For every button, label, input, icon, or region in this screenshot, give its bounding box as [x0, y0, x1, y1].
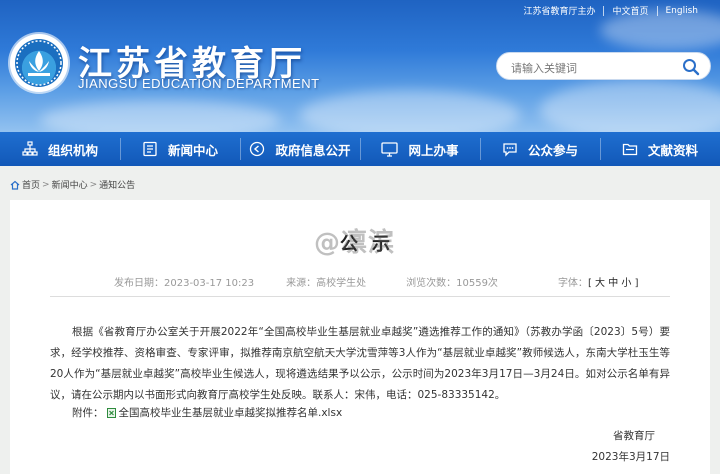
font-bracket-open: [	[587, 278, 592, 289]
nav-label: 组织机构	[47, 142, 98, 158]
watermark: @凛滨	[314, 228, 396, 258]
nav-label: 新闻中心	[167, 142, 218, 158]
top-links: 江苏省教育厅主办 中文首页 English	[515, 4, 706, 17]
breadcrumb-news[interactable]: 新闻中心	[52, 178, 88, 191]
breadcrumb-separator: >	[89, 179, 98, 190]
search-icon[interactable]	[682, 58, 700, 76]
nav-item-public-participation[interactable]: 公众参与	[480, 132, 600, 166]
nav-label: 文献资料	[647, 142, 698, 158]
sign-date: 2023年3月17日	[591, 451, 670, 463]
article-panel: 公示 @凛滨 发布日期：2023-03-17 10:23 来源：高校学生处 浏览…	[10, 200, 710, 474]
signature: 省教育厅	[613, 430, 655, 442]
search-box[interactable]: 请输入关键词	[496, 52, 711, 80]
org-chart-icon	[22, 141, 38, 156]
breadcrumb: 首页 > 新闻中心 > 通知公告	[10, 178, 135, 191]
top-link-english[interactable]: English	[658, 6, 707, 16]
font-bracket-close: ]	[634, 278, 639, 289]
attachment-label: 附件：	[72, 407, 104, 419]
nav-item-online-service[interactable]: 网上办事	[360, 132, 480, 166]
folder-icon	[622, 143, 638, 156]
font-size-small[interactable]: 小	[621, 278, 631, 289]
attachment-row: 附件： 全国高校毕业生基层就业卓越奖拟推荐名单.xlsx	[72, 405, 342, 420]
play-circle-icon	[250, 141, 265, 157]
breadcrumb-notices[interactable]: 通知公告	[99, 178, 135, 191]
attachment-link[interactable]: 全国高校毕业生基层就业卓越奖拟推荐名单.xlsx	[119, 405, 343, 420]
top-link-organizer: 江苏省教育厅主办	[523, 7, 596, 17]
nav-item-news[interactable]: 新闻中心	[120, 132, 240, 166]
font-size-large[interactable]: 大	[595, 278, 605, 289]
search-input[interactable]: 请输入关键词	[511, 60, 577, 76]
excel-file-icon	[106, 407, 116, 418]
home-icon	[10, 180, 20, 190]
nav-label: 网上办事	[408, 142, 459, 158]
main-nav: 组织机构 新闻中心 政府信息公开 网上办事 公众参与 文献资料	[0, 132, 720, 166]
nav-label: 政府信息公开	[275, 142, 351, 158]
nav-item-literature[interactable]: 文献资料	[600, 132, 720, 166]
site-header: 江苏省教育厅主办 中文首页 English 江苏省教育厅 JIANGSU EDU…	[0, 0, 720, 132]
document-icon	[143, 141, 157, 157]
nav-label: 公众参与	[527, 142, 578, 158]
article-meta: 发布日期：2023-03-17 10:23 来源：高校学生处 浏览次数：1055…	[114, 274, 639, 289]
meta-divider	[50, 296, 670, 297]
font-size-medium[interactable]: 中	[608, 278, 618, 289]
nav-item-organization[interactable]: 组织机构	[0, 132, 120, 166]
monitor-icon	[381, 142, 399, 157]
site-subtitle: JIANGSU EDUCATION DEPARTMENT	[78, 76, 320, 91]
font-size-label: 字体：	[557, 278, 588, 289]
article-paragraph: 根据《省教育厅办公室关于开展2022年“全国高校毕业生基层就业卓越奖”遴选推荐工…	[50, 326, 670, 401]
breadcrumb-home[interactable]: 首页	[22, 178, 40, 191]
view-count: 浏览次数：10559次	[406, 278, 498, 289]
breadcrumb-separator: >	[42, 179, 50, 190]
font-size-control: [ 大 中 小 ]	[588, 274, 639, 289]
top-link-chinese-home[interactable]: 中文首页	[604, 4, 656, 17]
article-source: 来源：高校学生处	[286, 278, 367, 289]
education-emblem-icon[interactable]	[10, 34, 68, 92]
chat-icon	[503, 143, 517, 157]
publish-date: 发布日期：2023-03-17 10:23	[114, 278, 255, 289]
nav-item-gov-info[interactable]: 政府信息公开	[240, 132, 360, 166]
